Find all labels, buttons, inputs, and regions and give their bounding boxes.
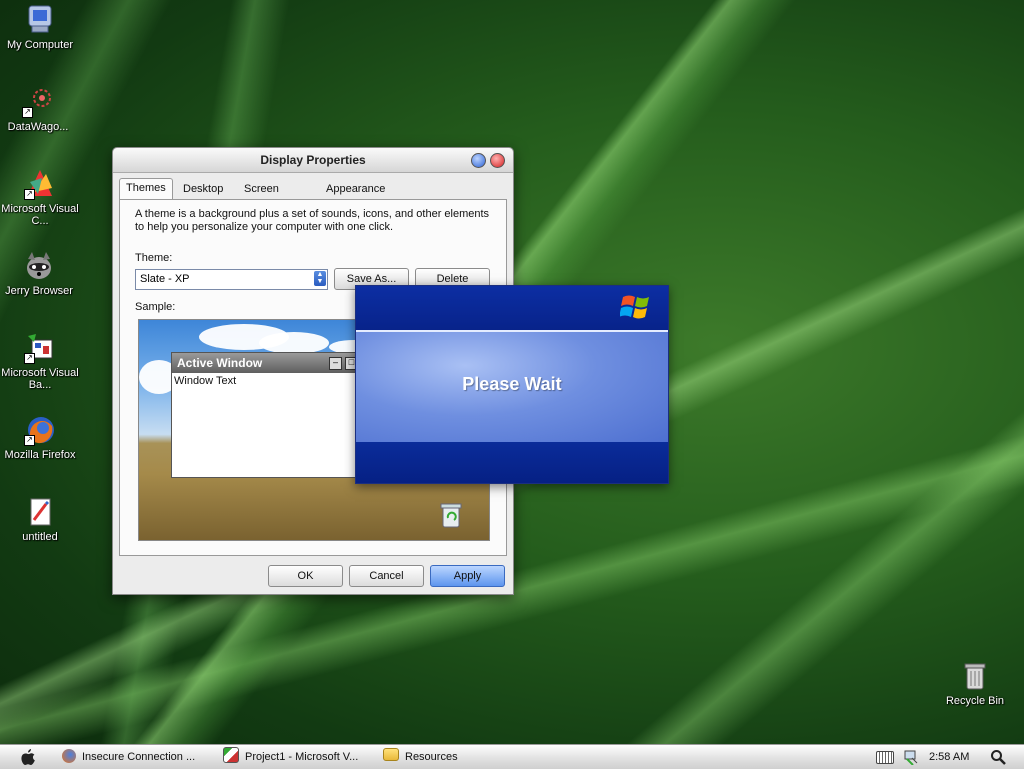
please-wait-dialog: Please Wait bbox=[355, 285, 669, 484]
taskbar-item-label: Insecure Connection ... bbox=[82, 751, 196, 763]
network-tray-icon[interactable] bbox=[903, 749, 919, 766]
desktop-icon-label: My Computer bbox=[6, 39, 74, 51]
search-icon[interactable] bbox=[990, 749, 1006, 765]
desktop-icon-label: Microsoft Visual C... bbox=[1, 203, 79, 227]
apple-menu-icon[interactable] bbox=[20, 748, 36, 766]
desktop-icon-my-computer[interactable]: My Computer bbox=[0, 4, 80, 51]
raccoon-icon bbox=[23, 250, 55, 282]
desktop-icon-jerry-browser[interactable]: Jerry Browser bbox=[0, 250, 79, 297]
taskbar-item-label: Project1 - Microsoft V... bbox=[245, 751, 359, 763]
cloud bbox=[259, 332, 329, 354]
taskbar-item-firefox[interactable]: Insecure Connection ... bbox=[62, 745, 195, 769]
taskbar: Insecure Connection ... Project1 - Micro… bbox=[0, 744, 1024, 769]
desktop-icon-label: Recycle Bin bbox=[945, 695, 1005, 707]
shortcut-arrow-icon: ↗ bbox=[24, 435, 35, 446]
desktop-icon-recycle-bin[interactable]: Recycle Bin bbox=[935, 660, 1015, 707]
desktop-icon-datawagon[interactable]: ↗ DataWago... bbox=[0, 86, 78, 133]
taskbar-item-project1[interactable]: Project1 - Microsoft V... bbox=[223, 745, 358, 769]
desktop-icon-label: Jerry Browser bbox=[5, 285, 73, 297]
window-title: Display Properties bbox=[260, 153, 366, 167]
dialog-footer bbox=[356, 442, 668, 483]
tab-desktop[interactable]: Desktop bbox=[177, 180, 229, 198]
taskbar-item-resources[interactable]: Resources bbox=[383, 745, 458, 769]
shortcut-arrow-icon: ↗ bbox=[24, 189, 35, 200]
desktop-icon-label: Mozilla Firefox bbox=[4, 449, 76, 461]
dropdown-arrows-icon[interactable]: ▲ ▼ bbox=[314, 271, 326, 286]
desktop-icon-label: Microsoft Visual Ba... bbox=[1, 367, 79, 391]
window-titlebar[interactable]: Display Properties bbox=[113, 148, 513, 173]
minimize-icon: – bbox=[329, 357, 342, 370]
shortcut-arrow-icon: ↗ bbox=[24, 353, 35, 364]
tab-screen-saver[interactable]: Screen Saver bbox=[238, 180, 285, 213]
sample-window-text: Window Text bbox=[174, 375, 237, 387]
sample-label: Sample: bbox=[135, 301, 176, 313]
datawagon-icon: ↗ bbox=[22, 86, 54, 118]
theme-select[interactable]: Slate - XP ▲ ▼ bbox=[135, 269, 328, 290]
tab-themes[interactable]: Themes bbox=[119, 178, 173, 200]
close-button[interactable] bbox=[490, 153, 505, 168]
help-button[interactable] bbox=[471, 153, 486, 168]
clock[interactable]: 2:58 AM bbox=[929, 745, 969, 769]
visual-basic-icon: ↗ bbox=[24, 332, 56, 364]
dialog-header bbox=[356, 286, 668, 330]
desktop-icon-visual-c[interactable]: ↗ Microsoft Visual C... bbox=[0, 168, 80, 227]
apply-button[interactable]: Apply bbox=[430, 565, 505, 587]
firefox-icon bbox=[62, 749, 76, 763]
windows-logo-icon bbox=[619, 292, 654, 322]
my-computer-icon bbox=[24, 4, 56, 36]
theme-description: A theme is a background plus a set of so… bbox=[135, 208, 490, 233]
desktop-icon-visual-basic[interactable]: ↗ Microsoft Visual Ba... bbox=[0, 332, 80, 391]
document-icon bbox=[24, 496, 56, 528]
recycle-bin-icon bbox=[959, 660, 991, 692]
cancel-button[interactable]: Cancel bbox=[349, 565, 424, 587]
desktop-icon-label: untitled bbox=[22, 531, 58, 543]
ok-button[interactable]: OK bbox=[268, 565, 343, 587]
visual-c-icon: ↗ bbox=[24, 168, 56, 200]
shortcut-arrow-icon: ↗ bbox=[22, 107, 33, 118]
desktop-icon-firefox[interactable]: ↗ Mozilla Firefox bbox=[0, 414, 80, 461]
taskbar-item-label: Resources bbox=[405, 751, 458, 763]
desktop-icon-untitled[interactable]: untitled bbox=[0, 496, 80, 543]
firefox-icon: ↗ bbox=[24, 414, 56, 446]
visual-basic-icon bbox=[223, 747, 239, 763]
keyboard-icon[interactable] bbox=[876, 751, 894, 764]
theme-select-value: Slate - XP bbox=[140, 273, 190, 285]
sample-active-window: Active Window – □ Window Text bbox=[171, 352, 363, 478]
desktop-icon-label: DataWago... bbox=[7, 121, 69, 133]
folder-icon bbox=[383, 748, 399, 761]
theme-label: Theme: bbox=[135, 252, 173, 264]
tab-appearance[interactable]: Appearance bbox=[320, 180, 391, 198]
recycle-bin-icon bbox=[439, 502, 463, 528]
please-wait-message: Please Wait bbox=[462, 374, 562, 394]
